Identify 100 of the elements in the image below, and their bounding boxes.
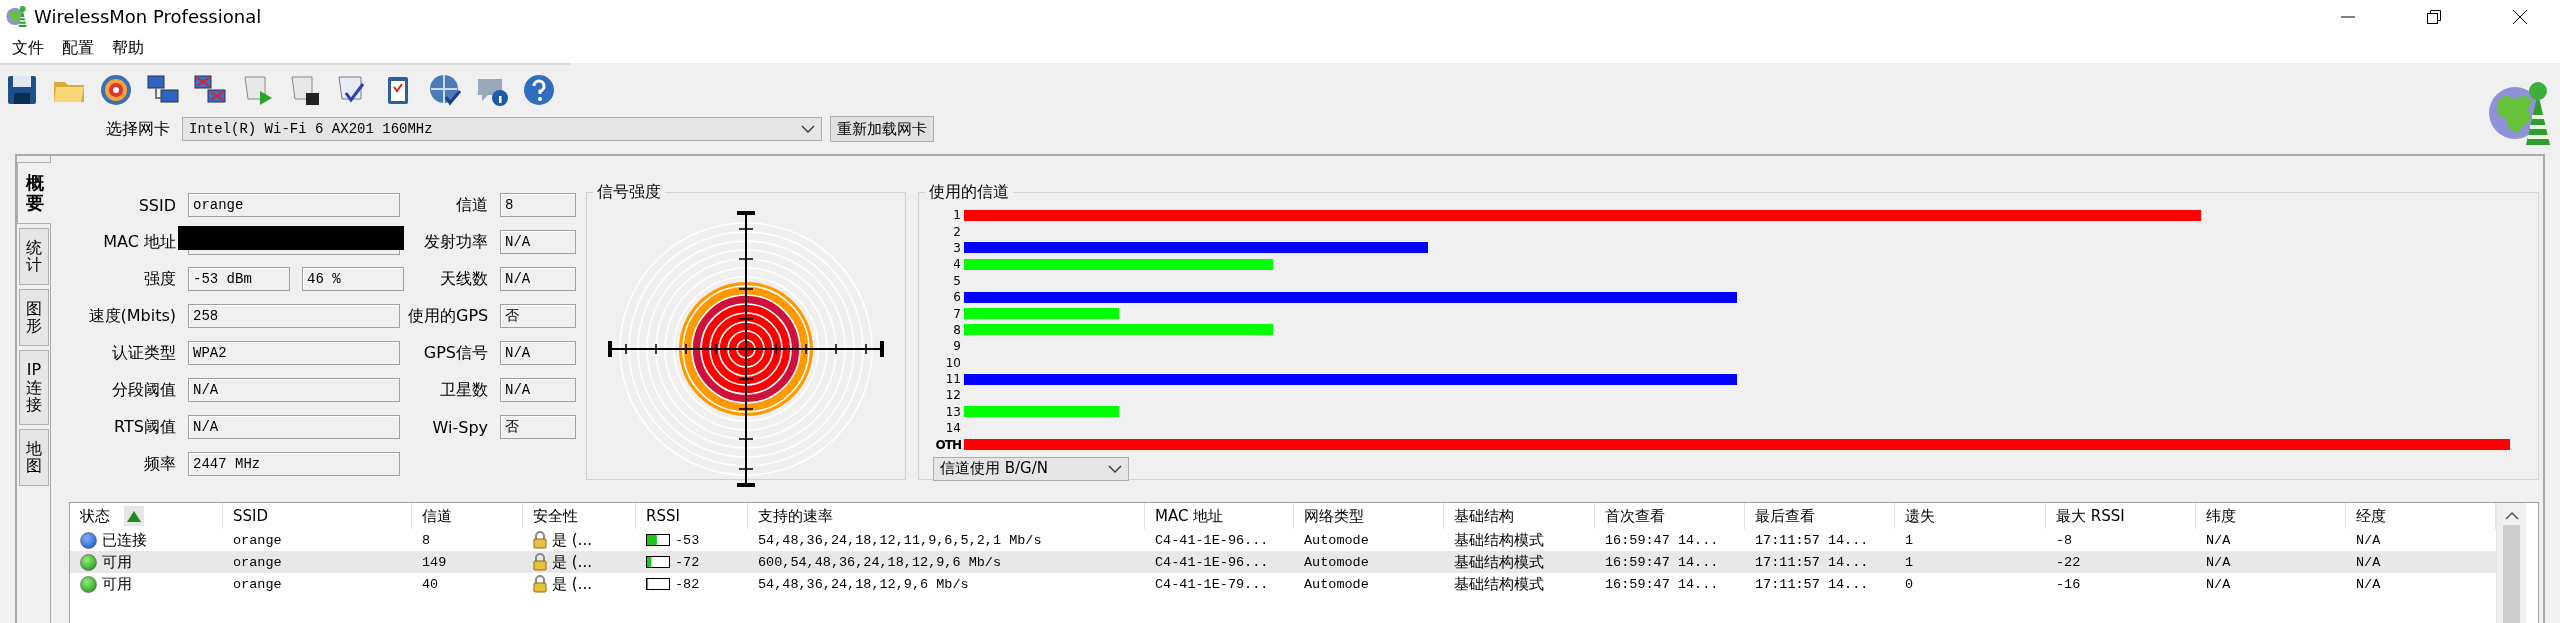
- reload-adapter-button[interactable]: 重新加载网卡: [830, 116, 934, 142]
- mac-cell-text: C4-41-1E-79...: [1154, 575, 1270, 594]
- side-tab[interactable]: 地图: [19, 428, 49, 486]
- channel-cell-text: 8: [421, 531, 432, 550]
- rssi-cell: -72: [636, 551, 748, 573]
- side-tab[interactable]: 统计: [19, 227, 49, 285]
- toolbar-button[interactable]: [428, 73, 462, 107]
- status-cell: 可用: [70, 551, 223, 573]
- info-field: 8: [500, 193, 576, 217]
- info-label: 发射功率: [423, 231, 488, 253]
- channel-label: 8: [952, 322, 961, 337]
- signal-meter-icon: [646, 578, 670, 590]
- channel-label: 14: [944, 421, 961, 436]
- minimize-icon: [2340, 15, 2356, 18]
- scroll-up-icon[interactable]: [2504, 511, 2519, 521]
- chevron-down-icon: [1108, 464, 1122, 473]
- info-field: 2447 MHz: [188, 452, 400, 476]
- info-field: N/A: [188, 415, 400, 439]
- channel-label: 2: [952, 224, 961, 239]
- longitude-cell-text: N/A: [2355, 531, 2382, 550]
- infrastructure-cell-text: 基础结构模式: [1453, 573, 1545, 595]
- info-field: N/A: [500, 230, 576, 254]
- info-field: 46 %: [302, 267, 404, 291]
- info-field: -53 dBm: [188, 267, 290, 291]
- status-dot-icon: [80, 553, 97, 571]
- info-label: 使用的GPS: [408, 305, 488, 327]
- close-icon: [2512, 8, 2528, 25]
- last-seen-cell-text: 17:11:57 14...: [1754, 531, 1870, 550]
- network-type-cell-text: Automode: [1303, 553, 1370, 572]
- channel-label: 5: [952, 273, 961, 288]
- info-label: 天线数: [439, 268, 488, 290]
- info-field: N/A: [500, 341, 576, 365]
- info-label: 分段阈值: [111, 379, 176, 401]
- security-cell: 是 (...: [523, 573, 636, 595]
- channel-label: 9: [952, 339, 961, 354]
- longitude-cell-text: N/A: [2355, 575, 2382, 594]
- save-icon: [5, 73, 39, 107]
- side-tab[interactable]: IP 连接: [19, 349, 49, 425]
- restore-icon: [2426, 8, 2442, 25]
- rates-cell-text: 600,54,48,36,24,18,12,9,6 Mb/s: [757, 553, 1003, 572]
- max-rssi-cell-text: -16: [2055, 575, 2082, 594]
- security-cell: 是 (...: [523, 551, 636, 573]
- max-rssi-cell-text: -22: [2055, 553, 2082, 572]
- mac-cell-text: C4-41-1E-96...: [1154, 553, 1270, 572]
- menu-item[interactable]: 配置: [54, 35, 102, 61]
- channel-label: 6: [952, 290, 961, 305]
- channel-cell-text: 40: [421, 575, 440, 594]
- longitude-cell-text: N/A: [2355, 553, 2382, 572]
- ssid-cell-text: orange: [232, 575, 283, 594]
- channel-label: 10: [944, 355, 961, 370]
- info-field: 否: [500, 304, 576, 328]
- padlock-icon: [533, 531, 547, 549]
- side-tab[interactable]: 概要: [17, 162, 51, 224]
- info-label: RTS阈值: [113, 416, 176, 438]
- first-seen-cell-text: 16:59:47 14...: [1604, 553, 1720, 572]
- info-label: 速度(Mbits): [87, 305, 176, 327]
- lost-cell-text: 0: [1904, 575, 1915, 594]
- channel-label: 3: [952, 240, 961, 255]
- info-label: Wi-Spy: [431, 417, 488, 437]
- infrastructure-cell-text: 基础结构模式: [1453, 529, 1545, 551]
- adapter-select[interactable]: Intel(R) Wi-Fi 6 AX201 160MHz: [182, 117, 822, 141]
- rates-cell-text: 54,48,36,24,18,12,11,9,6,5,2,1 Mb/s: [757, 531, 1043, 550]
- security-cell: 是 (...: [523, 529, 636, 551]
- info-field: 258: [188, 304, 400, 328]
- infrastructure-cell-text: 基础结构模式: [1453, 551, 1545, 573]
- table-row[interactable]: 可用 orange 149 是 (... -72 600,54,48,36,24,18,12,9,6 Mb/s C4-41-1E-96... Automode 基础结构模式 16:59:47 14... 17:11:57 14... 1 -22 N/A N/A: [70, 551, 2496, 573]
- help-icon: [522, 73, 556, 107]
- last-seen-cell-text: 17:11:57 14...: [1754, 553, 1870, 572]
- lost-cell-text: 1: [1904, 553, 1915, 572]
- info-label: MAC 地址: [102, 231, 176, 253]
- side-tab[interactable]: 图形: [19, 288, 49, 346]
- last-seen-cell-text: 17:11:57 14...: [1754, 575, 1870, 594]
- toolbar-button[interactable]: [5, 73, 39, 107]
- padlock-icon: [533, 553, 547, 571]
- info-label: 信道: [455, 194, 488, 216]
- signal-meter-icon: [646, 534, 670, 546]
- first-seen-cell-text: 16:59:47 14...: [1604, 531, 1720, 550]
- info-field: N/A: [500, 378, 576, 402]
- info-label: 强度: [143, 268, 176, 290]
- latitude-cell-text: N/A: [2205, 575, 2232, 594]
- rssi-cell: -82: [636, 573, 748, 595]
- info-label: 频率: [143, 453, 176, 475]
- scrollbar[interactable]: [2496, 503, 2526, 623]
- channel-label: 1: [952, 208, 961, 223]
- padlock-icon: [533, 575, 547, 593]
- menu-item[interactable]: 帮助: [104, 35, 152, 61]
- first-seen-cell-text: 16:59:47 14...: [1604, 575, 1720, 594]
- menu-item[interactable]: 文件: [4, 35, 52, 61]
- panel-title: 信号强度: [596, 182, 662, 203]
- channel-label: 4: [952, 257, 961, 272]
- network-type-cell-text: Automode: [1303, 575, 1370, 594]
- channel-cell-text: 149: [421, 553, 448, 572]
- info-label: 卫星数: [439, 379, 488, 401]
- status-cell: 已连接: [70, 529, 223, 551]
- status-dot-icon: [80, 575, 97, 593]
- info-field: WPA2: [188, 341, 400, 365]
- channel-mode-select[interactable]: 信道使用 B/G/N: [933, 456, 1129, 481]
- info-field: orange: [188, 193, 400, 217]
- info-label: SSID: [137, 195, 176, 215]
- channel-label: OTH: [934, 437, 961, 452]
